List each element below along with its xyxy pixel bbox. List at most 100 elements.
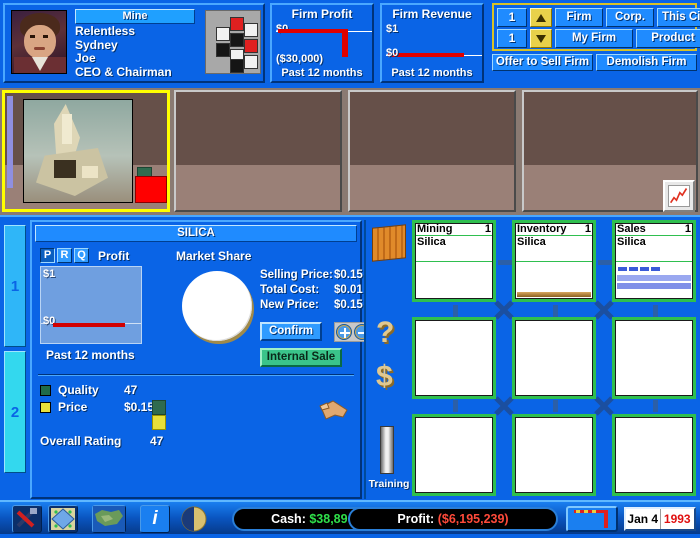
confirm-button[interactable]: Confirm [260,322,322,341]
flag-icon [574,510,608,528]
internal-sale-button[interactable]: Internal Sale [260,348,342,367]
profit-chart[interactable]: $1 $0 [40,266,142,344]
new-price-label: New Price: [260,299,319,311]
price-row-2: New Price: $0.15 [260,298,363,313]
world-map-button[interactable] [92,505,126,533]
ceo-line-0: Relentless [75,24,136,38]
lot-slot-0[interactable] [2,90,170,212]
dollar-icon[interactable]: $ [376,360,393,394]
scope-control-panel: 1 Firm Corp. This City 1 My Firm Product [492,3,700,51]
slot-product-0: Silica [417,236,446,248]
facility-slot-sales[interactable]: Sales 1 Silica [612,220,696,302]
info-icon: i [152,508,158,529]
facility-grid: Mining 1 Silica Inventory 1 Silica Sales 1 … [412,220,698,499]
facility-slot-mining[interactable]: Mining 1 Silica [412,220,496,302]
top-bar: Mine Relentless Sydney Joe CEO & Chairma… [0,0,700,88]
chart-mode-p[interactable]: P [40,248,55,263]
main-panel: 1 2 SILICA P R Q Profit Market Share $1 … [0,215,700,500]
info-button[interactable]: i [140,505,170,533]
firm-actions: Offer to Sell Firm Demolish Firm [492,54,697,71]
grid-cross-icon [594,396,614,416]
slot-product-2: Silica [617,236,646,248]
selling-price-label: Selling Price: [260,269,333,281]
flag-button[interactable] [566,506,618,532]
quality-label: Quality [58,383,99,397]
scope-button-this-city[interactable]: This City [657,8,700,27]
grid-cross-icon [494,396,514,416]
demolish-firm-button[interactable]: Demolish Firm [596,54,697,71]
tools-button[interactable] [12,505,42,533]
slot-count-1: 1 [584,223,591,235]
map-grid-button[interactable] [48,505,78,533]
total-cost-label: Total Cost: [260,284,320,296]
firm-profit-footer: Past 12 months [281,67,363,79]
side-tab-2[interactable]: 2 [4,351,26,473]
profit-chart-label: Profit [98,249,130,263]
firm-revenue-metric[interactable]: Firm Revenue $1 $0 Past 12 months [380,3,484,83]
crate-icon[interactable] [372,224,406,262]
product-title: SILICA [35,225,357,242]
slot-title-0: Mining [417,223,453,235]
firm-profit-metric[interactable]: Firm Profit $0 ($30,000) Past 12 months [270,3,374,83]
tools-icon [16,508,37,528]
chart-mode-r[interactable]: R [57,248,72,263]
offer-to-sell-firm-button[interactable]: Offer to Sell Firm [492,54,593,71]
facility-slot-empty-7[interactable] [512,414,596,496]
training-meter-icon[interactable] [380,426,394,474]
question-mark-icon[interactable]: ? [376,316,394,350]
scope-row-2: 1 My Firm Product [497,29,700,48]
cash-label: Cash: [271,512,306,526]
scope-button-firm[interactable]: Firm [555,8,603,27]
side-tab-1[interactable]: 1 [4,225,26,347]
profit-label: Profit: [397,512,435,526]
plus-circle-icon[interactable] [336,324,352,340]
action-icon-column: ? $ Training [364,220,410,499]
facility-slot-empty-4[interactable] [512,317,596,399]
overall-rating-label: Overall Rating [40,434,122,448]
spinner-up-icon[interactable] [530,8,552,27]
firm-revenue-title: Firm Revenue [392,7,472,21]
facility-slot-empty-8[interactable] [612,414,696,496]
facility-slot-inventory[interactable]: Inventory 1 Silica [512,220,596,302]
company-name[interactable]: Mine [75,9,195,24]
moon-phase-button[interactable] [180,505,212,533]
profit-chart-footer: Past 12 months [46,348,135,362]
silica-crystal-photo [23,99,133,203]
profit-readout: Profit: ($6,195,239) [348,507,558,531]
lot-slot-1[interactable] [174,90,342,212]
game-window: Mine Relentless Sydney Joe CEO & Chairma… [0,0,700,534]
chart-mode-buttons: P R Q [40,248,89,263]
slot-count-2: 1 [684,223,691,235]
facility-slot-empty-6[interactable] [412,414,496,496]
firm-revenue-top-label: $1 [386,23,399,35]
world-map-icon [93,506,125,532]
quality-value: 47 [124,383,138,397]
facility-slot-empty-3[interactable] [412,317,496,399]
market-share-pie[interactable] [182,271,252,341]
quality-swatch [40,385,51,396]
training-label: Training [368,478,410,490]
firm-identity-panel: Mine Relentless Sydney Joe CEO & Chairma… [3,3,265,83]
chart-mode-q[interactable]: Q [74,248,89,263]
slot-count-0: 1 [484,223,491,235]
scope-button-product[interactable]: Product [636,29,700,48]
facility-slot-empty-5[interactable] [612,317,696,399]
map-grid-icon [51,508,75,530]
scope-number-2[interactable]: 1 [497,29,527,48]
ceo-portrait [11,10,67,74]
spinner-down-icon[interactable] [530,29,552,48]
price-row-1: Total Cost: $0.01 [260,283,363,298]
scope-number-1[interactable]: 1 [497,8,527,27]
firm-profit-plot: $0 ($30,000) [276,23,372,67]
line-graph-icon[interactable] [663,180,695,212]
price-info: Selling Price: $0.15 Total Cost: $0.01 New… [260,268,363,313]
quality-price-bar-icon [152,400,166,430]
price-swatch [40,402,51,413]
ceo-line-2: Joe [75,51,96,65]
scope-button-corp[interactable]: Corp. [606,8,654,27]
ceo-info: Relentless Sydney Joe CEO & Chairman [75,24,172,79]
date-display[interactable]: Jan 4 1993 [624,507,696,531]
slot-product-1: Silica [517,236,546,248]
scope-button-my-firm[interactable]: My Firm [555,29,633,48]
lot-slot-2[interactable] [348,90,516,212]
